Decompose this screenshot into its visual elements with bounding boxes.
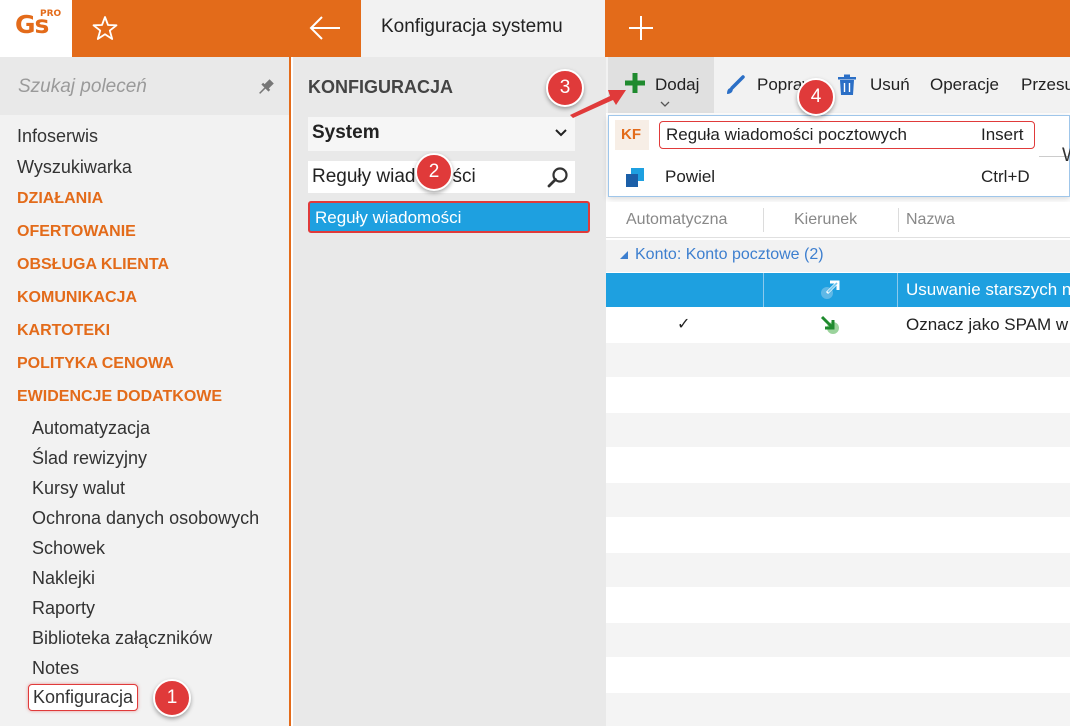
outgoing-arrow-icon xyxy=(821,280,840,299)
main-area: Dodaj Popraw Usuń Operacje Przesu KF Reg… xyxy=(606,57,1070,726)
logo-sup: PRO xyxy=(40,9,62,19)
toolbar: Dodaj Popraw Usuń Operacje Przesu xyxy=(606,57,1070,113)
menu-item-shortcut: Insert xyxy=(981,125,1024,144)
brush-icon[interactable] xyxy=(724,74,746,96)
table-row[interactable]: Usuwanie starszych n xyxy=(606,273,1070,307)
column-divider[interactable] xyxy=(763,208,764,232)
grid-header: Automatyczna Kierunek Nazwa xyxy=(606,202,1070,238)
sidebar-category-ewidencje-dodatkowe[interactable]: EWIDENCJE DODATKOWE xyxy=(17,388,222,406)
config-item-label: Reguły wiadomości xyxy=(315,208,462,227)
sidebar-item-schowek[interactable]: Schowek xyxy=(32,538,105,559)
collapse-triangle-icon[interactable] xyxy=(620,251,628,259)
sidebar-item-raporty[interactable]: Raporty xyxy=(32,598,95,619)
column-header-automatic[interactable]: Automatyczna xyxy=(626,211,727,229)
annotation-badge-4: 4 xyxy=(797,78,835,116)
group-row[interactable]: Konto: Konto pocztowe (2) xyxy=(606,240,1070,272)
configuration-panel: KONFIGURACJA System Reguły wiadomości Re… xyxy=(293,57,606,726)
sidebar-item-notes[interactable]: Notes xyxy=(32,658,79,679)
checkmark-icon: ✓ xyxy=(677,314,691,333)
empty-row xyxy=(606,623,1070,657)
add-dropdown-menu: KF Reguła wiadomości pocztowych Insert P… xyxy=(608,115,1070,197)
duplicate-icon xyxy=(626,168,644,187)
menu-item-duplicate[interactable]: Powiel Ctrl+D xyxy=(609,162,1069,194)
system-select[interactable]: System xyxy=(308,117,575,151)
move-button[interactable]: Przesu xyxy=(1021,75,1070,95)
top-bar: Gs PRO Konfiguracja systemu xyxy=(0,0,1070,57)
add-button-label: Dodaj xyxy=(655,75,700,94)
table-row[interactable]: ✓ Oznacz jako SPAM w xyxy=(606,308,1070,342)
column-header-name[interactable]: Nazwa xyxy=(906,211,955,229)
sidebar-item-automatyzacja[interactable]: Automatyzacja xyxy=(32,418,150,439)
sidebar-item-konfiguracja[interactable]: Konfiguracja xyxy=(28,684,139,711)
menu-item-mail-rule[interactable]: Reguła wiadomości pocztowych Insert xyxy=(659,121,1035,149)
chevron-down-icon xyxy=(555,129,567,137)
sidebar-item-naklejki[interactable]: Naklejki xyxy=(32,568,95,589)
clipped-text: W xyxy=(1062,145,1070,167)
sidebar-item-ochrona-danych[interactable]: Ochrona danych osobowych xyxy=(32,508,259,529)
new-tab-plus-icon[interactable] xyxy=(627,14,655,42)
sidebar-category-polityka-cenowa[interactable]: POLITYKA CENOWA xyxy=(17,355,174,373)
sidebar-item-biblioteka-zalacznikow[interactable]: Biblioteka załączników xyxy=(32,628,212,649)
empty-row xyxy=(606,483,1070,517)
menu-item-shortcut: Ctrl+D xyxy=(981,167,1030,186)
system-select-value: System xyxy=(312,122,380,143)
sidebar-category-dzialania[interactable]: DZIAŁANIA xyxy=(17,190,103,208)
sidebar-category-kartoteki[interactable]: KARTOTEKI xyxy=(17,322,110,340)
incoming-arrow-icon xyxy=(820,315,839,334)
back-arrow-icon[interactable] xyxy=(308,14,342,42)
trash-icon[interactable] xyxy=(837,74,857,96)
annotation-badge-1: 1 xyxy=(153,679,191,717)
search-icon[interactable] xyxy=(547,166,569,188)
sidebar-category-ofertowanie[interactable]: OFERTOWANIE xyxy=(17,223,136,241)
sidebar-category-obsluga-klienta[interactable]: OBSŁUGA KLIENTA xyxy=(17,256,169,274)
config-item-regu-wiadomosci[interactable]: Reguły wiadomości xyxy=(308,201,590,233)
chevron-down-icon xyxy=(660,101,670,107)
row-name: Oznacz jako SPAM w xyxy=(906,315,1069,334)
pin-icon[interactable] xyxy=(256,77,276,97)
sidebar-item-kursy-walut[interactable]: Kursy walut xyxy=(32,478,125,499)
sidebar-item-wyszukiwarka[interactable]: Wyszukiwarka xyxy=(17,157,132,178)
annotation-arrow-icon xyxy=(570,90,626,118)
sidebar: Szukaj poleceń Infoserwis Wyszukiwarka D… xyxy=(0,57,291,726)
app-logo[interactable]: Gs PRO xyxy=(0,0,72,57)
menu-item-label: Reguła wiadomości pocztowych xyxy=(666,125,907,144)
sidebar-item-infoserwis[interactable]: Infoserwis xyxy=(17,126,98,147)
group-label: Konto: Konto pocztowe (2) xyxy=(635,246,824,263)
panel-title: KONFIGURACJA xyxy=(308,77,454,97)
empty-row xyxy=(606,343,1070,377)
empty-row xyxy=(606,693,1070,726)
annotation-badge-2: 2 xyxy=(415,153,453,191)
tab-konfiguracja-systemu[interactable]: Konfiguracja systemu xyxy=(361,0,605,57)
column-header-direction[interactable]: Kierunek xyxy=(794,211,857,229)
empty-row xyxy=(606,413,1070,447)
search-placeholder: Szukaj poleceń xyxy=(18,76,147,97)
sidebar-category-komunikacja[interactable]: KOMUNIKACJA xyxy=(17,289,137,307)
menu-item-label: Powiel xyxy=(665,167,716,186)
row-name: Usuwanie starszych n xyxy=(906,280,1070,299)
delete-button[interactable]: Usuń xyxy=(870,75,910,95)
kf-icon-text: KF xyxy=(621,126,641,143)
sidebar-item-slad-rewizyjny[interactable]: Ślad rewizyjny xyxy=(32,448,147,469)
command-search-input[interactable]: Szukaj poleceń xyxy=(0,57,289,115)
operations-button[interactable]: Operacje xyxy=(930,75,999,95)
star-icon[interactable] xyxy=(92,15,118,41)
empty-row xyxy=(606,553,1070,587)
tab-label: Konfiguracja systemu xyxy=(381,16,563,37)
column-divider[interactable] xyxy=(898,208,899,232)
